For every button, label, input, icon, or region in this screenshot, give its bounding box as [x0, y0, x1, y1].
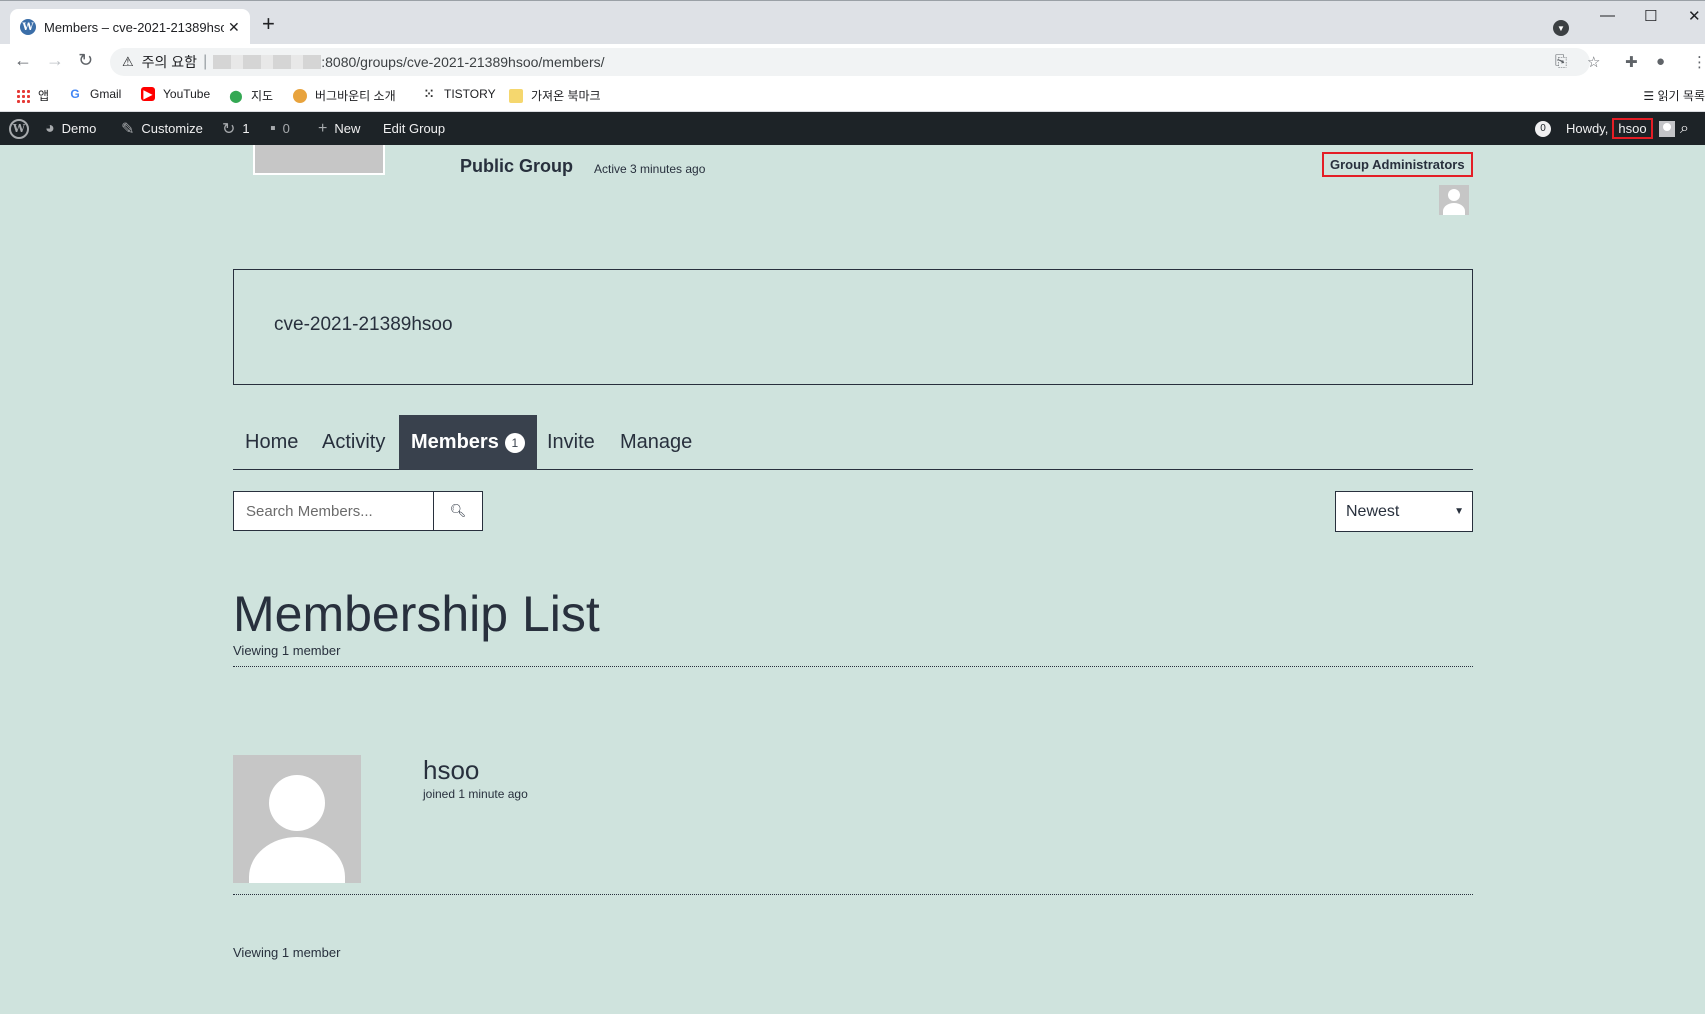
admin-search[interactable]: ⌕: [1680, 112, 1696, 145]
tab-manage[interactable]: Manage: [620, 415, 692, 470]
dashboard-icon: ◕: [45, 119, 55, 137]
maximize-icon[interactable]: ☐: [1644, 7, 1657, 25]
notifications-link[interactable]: 0: [1535, 112, 1551, 145]
back-icon[interactable]: ←: [14, 50, 32, 71]
wordpress-logo-icon: W: [9, 118, 29, 139]
member-name-link[interactable]: hsoo: [423, 755, 479, 786]
tab-search-icon[interactable]: ▼: [1553, 20, 1569, 36]
extensions-icon[interactable]: ✚: [1625, 53, 1638, 71]
redacted-host: [213, 55, 322, 69]
folder-icon: [509, 88, 523, 103]
bug-icon: [293, 88, 307, 103]
forward-icon[interactable]: →: [46, 50, 64, 71]
group-admin-avatar[interactable]: [1439, 185, 1469, 215]
wordpress-favicon-icon: W: [20, 19, 36, 35]
members-search-form: 🔍︎: [233, 491, 483, 531]
tab-activity[interactable]: Activity: [322, 415, 385, 470]
reading-list[interactable]: ☰ 읽기 목록: [1643, 87, 1705, 104]
group-description: cve-2021-21389hsoo: [274, 314, 453, 335]
wp-admin-bar: W ◕ Demo ✎ Customize ↻ 1 ▪ 0 + New Edit …: [0, 112, 1705, 145]
bookmark-youtube[interactable]: ▶ YouTube: [141, 87, 210, 101]
avatar-head: [269, 775, 325, 831]
bookmark-apps[interactable]: 앱: [16, 87, 49, 104]
youtube-icon: ▶: [141, 87, 155, 101]
group-avatar[interactable]: [253, 145, 385, 175]
tab-close-icon[interactable]: ✕: [228, 19, 240, 36]
plus-icon: +: [318, 119, 328, 137]
tab-members[interactable]: Members 1: [399, 415, 537, 470]
minimize-icon[interactable]: —: [1600, 7, 1615, 24]
updates-icon: ↻: [222, 120, 236, 138]
avatar-body: [1443, 203, 1465, 215]
members-count-badge: 1: [504, 432, 525, 453]
browser-tab-strip: W Members – cve-2021-21389hsoo ✕ + ▼ — ☐…: [0, 0, 1705, 45]
admin-username: hsoo: [1612, 118, 1653, 139]
new-tab-button[interactable]: +: [262, 13, 275, 35]
brush-icon: ✎: [121, 120, 135, 138]
tistory-icon: ⁙: [423, 87, 435, 101]
security-warning-label[interactable]: 주의 요함: [142, 52, 197, 72]
translate-icon[interactable]: ⎘: [1555, 53, 1567, 70]
member-count-top: Viewing 1 member: [233, 643, 341, 658]
dropdown-caret-icon: ▼: [1454, 506, 1464, 517]
tab-home[interactable]: Home: [245, 415, 298, 470]
bookmark-bugbounty[interactable]: 버그바운티 소개: [293, 87, 396, 104]
member-count-bottom: Viewing 1 member: [233, 945, 341, 960]
group-type: Public Group: [460, 156, 574, 176]
apps-icon: [16, 88, 30, 103]
group-administrators-label: Group Administrators: [1322, 152, 1473, 177]
avatar-body: [249, 837, 345, 883]
comments-link[interactable]: ▪ 0: [270, 112, 290, 145]
reading-list-icon: ☰: [1643, 89, 1658, 103]
warning-icon[interactable]: ⚠: [122, 54, 134, 70]
reload-icon[interactable]: ↻: [78, 50, 93, 71]
members-search-input[interactable]: [234, 492, 434, 530]
bookmarks-bar: 앱 G Gmail ▶ YouTube ⬤ 지도 버그바운티 소개 ⁙ TIST…: [0, 80, 1705, 112]
search-icon: 🔍︎: [449, 503, 467, 518]
profile-icon[interactable]: ●: [1656, 53, 1665, 70]
page-content: Public Group Active 3 minutes ago Group …: [0, 145, 1705, 1014]
group-last-active: Active 3 minutes ago: [594, 162, 706, 176]
google-icon: G: [70, 87, 80, 101]
members-search-button[interactable]: 🔍︎: [434, 492, 482, 530]
updates-link[interactable]: ↻ 1: [222, 112, 250, 145]
notifications-count: 0: [1535, 120, 1551, 137]
search-icon: ⌕: [1680, 119, 1689, 137]
member-joined-time: joined 1 minute ago: [423, 787, 528, 801]
bookmark-tistory[interactable]: ⁙ TISTORY: [422, 87, 496, 101]
edit-group-link[interactable]: Edit Group: [383, 112, 445, 145]
new-content-menu[interactable]: + New: [318, 112, 360, 145]
page-title: Membership List: [233, 586, 600, 642]
menu-icon[interactable]: ⋮: [1692, 53, 1705, 71]
browser-tab[interactable]: W Members – cve-2021-21389hsoo ✕: [10, 9, 250, 45]
bookmark-maps[interactable]: ⬤ 지도: [229, 87, 273, 104]
my-account-menu[interactable]: Howdy, hsoo: [1566, 112, 1675, 145]
browser-toolbar: ← → ↻ ⚠ 주의 요함 | :8080/groups/cve-2021-21…: [0, 44, 1705, 80]
user-avatar-icon: [1658, 120, 1675, 137]
list-divider-top: [233, 666, 1473, 667]
window-close-icon[interactable]: ✕: [1688, 7, 1701, 25]
address-url[interactable]: :8080/groups/cve-2021-21389hsoo/members/: [321, 54, 604, 70]
group-description-box: cve-2021-21389hsoo: [233, 269, 1473, 385]
site-name-menu[interactable]: ◕ Demo: [45, 112, 96, 145]
wp-logo-menu[interactable]: W: [9, 112, 29, 145]
customize-link[interactable]: ✎ Customize: [121, 112, 203, 145]
comment-icon: ▪: [270, 119, 276, 137]
order-selected-value: Newest: [1346, 502, 1400, 520]
bookmark-imported-folder[interactable]: 가져온 북마크: [509, 87, 601, 104]
maps-icon: ⬤: [229, 88, 243, 103]
address-bar[interactable]: ⚠ 주의 요함 | :8080/groups/cve-2021-21389hso…: [110, 48, 1590, 76]
bookmark-gmail[interactable]: G Gmail: [68, 87, 121, 101]
member-avatar[interactable]: [233, 755, 361, 883]
howdy-label: Howdy,: [1566, 121, 1609, 136]
tab-title: Members – cve-2021-21389hsoo: [44, 19, 224, 35]
avatar-head: [1448, 189, 1460, 201]
list-divider-bottom: [233, 894, 1473, 895]
tab-members-label: Members: [411, 431, 499, 453]
members-order-select[interactable]: Newest ▼: [1335, 491, 1473, 532]
address-separator: |: [203, 53, 208, 70]
group-subnav: Home Activity Members 1 Invite Manage: [233, 415, 1473, 470]
tab-invite[interactable]: Invite: [547, 415, 595, 470]
bookmark-star-icon[interactable]: ☆: [1587, 53, 1600, 71]
